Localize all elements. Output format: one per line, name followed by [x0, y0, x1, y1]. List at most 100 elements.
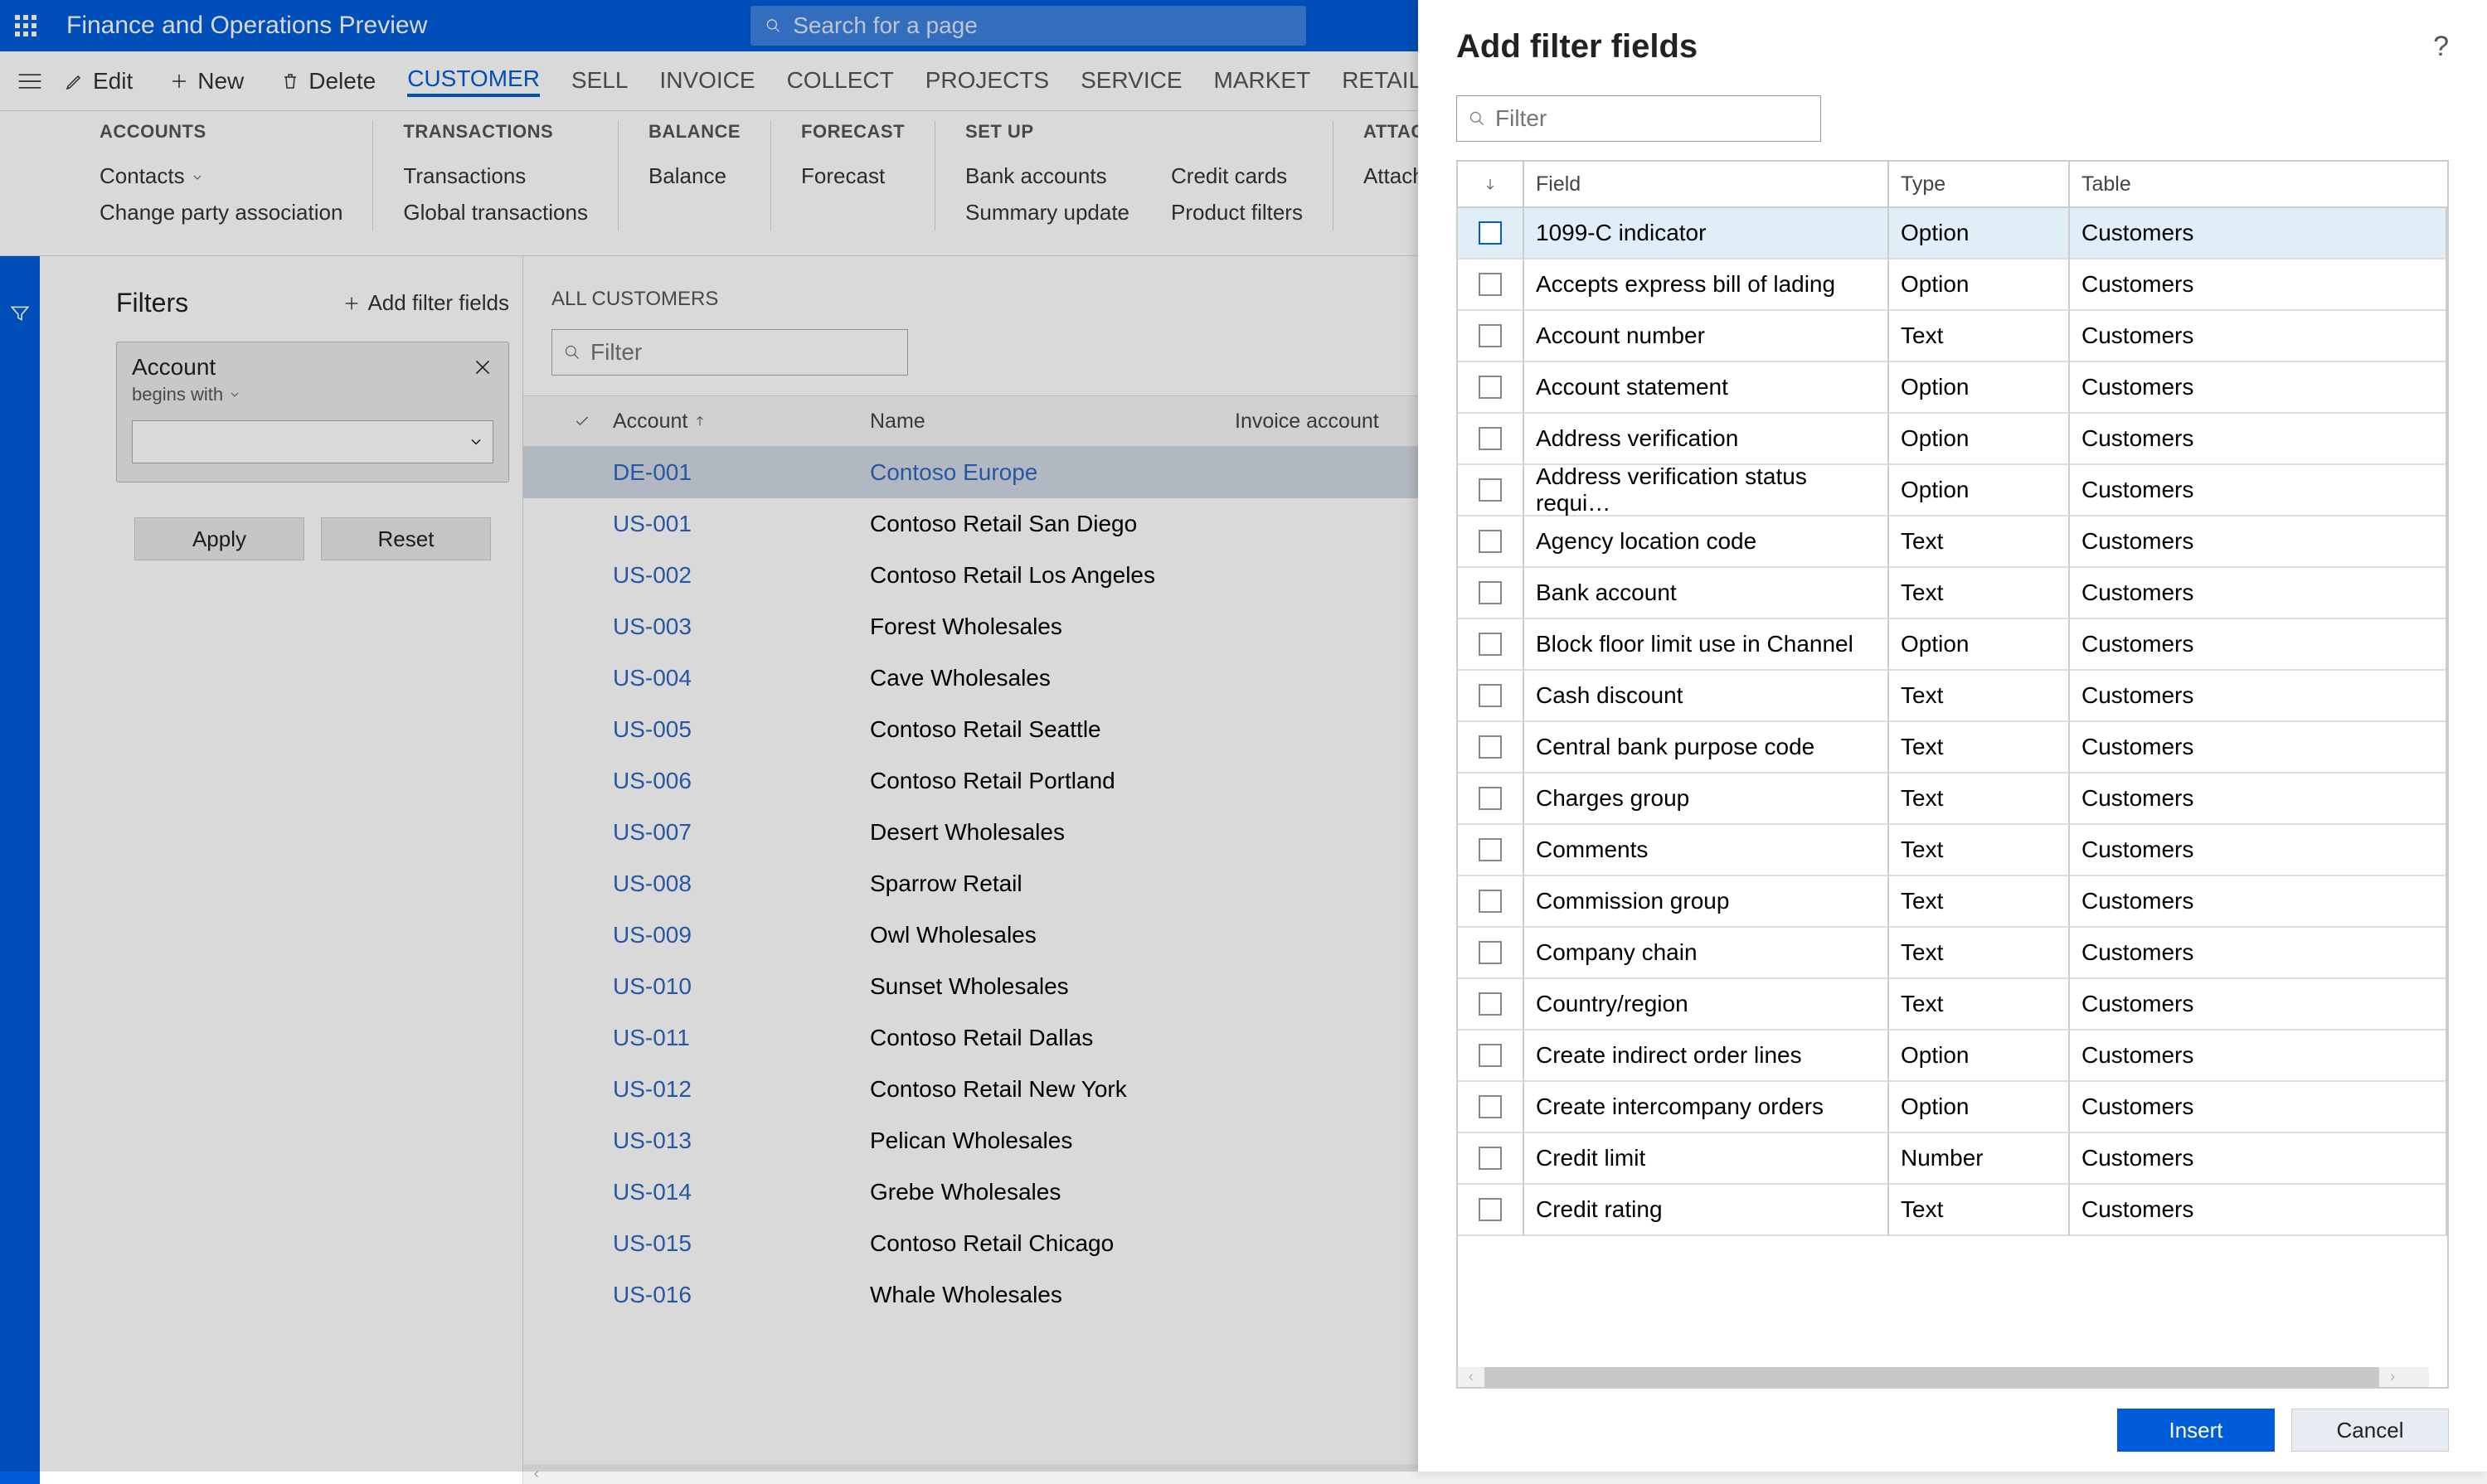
scroll-left-button[interactable] [523, 1464, 550, 1484]
account-link[interactable]: US-015 [613, 1230, 692, 1256]
row-checkbox[interactable] [1479, 478, 1502, 502]
search-bar[interactable] [750, 6, 1306, 46]
new-button[interactable]: New [151, 51, 262, 110]
row-checkbox[interactable] [1479, 992, 1502, 1016]
panel-filter[interactable] [1456, 95, 1821, 142]
panel-filter-input[interactable] [1495, 105, 1809, 132]
panel-row[interactable]: Credit ratingTextCustomers [1458, 1185, 2447, 1236]
panel-row[interactable]: Agency location codeTextCustomers [1458, 516, 2447, 568]
panel-row[interactable]: Company chainTextCustomers [1458, 928, 2447, 979]
row-checkbox[interactable] [1479, 633, 1502, 656]
row-checkbox[interactable] [1479, 735, 1502, 759]
apply-button[interactable]: Apply [134, 517, 304, 560]
ribbon-item[interactable]: Balance [648, 158, 741, 194]
account-link[interactable]: US-016 [613, 1282, 692, 1307]
tab-customer[interactable]: CUSTOMER [407, 65, 540, 97]
ribbon-item[interactable]: Credit cards [1171, 158, 1303, 194]
ribbon-item[interactable]: Forecast [801, 158, 905, 194]
panel-row[interactable]: Account numberTextCustomers [1458, 311, 2447, 362]
scroll-right-button[interactable] [2379, 1367, 2406, 1387]
account-link[interactable]: US-007 [613, 819, 692, 845]
tab-projects[interactable]: PROJECTS [925, 67, 1049, 95]
tab-sell[interactable]: SELL [571, 67, 629, 95]
panel-row[interactable]: Create indirect order linesOptionCustome… [1458, 1031, 2447, 1082]
panel-row[interactable]: Central bank purpose codeTextCustomers [1458, 722, 2447, 774]
panel-row[interactable]: Account statementOptionCustomers [1458, 362, 2447, 414]
row-checkbox[interactable] [1479, 838, 1502, 861]
account-link[interactable]: US-012 [613, 1076, 692, 1102]
row-checkbox[interactable] [1479, 890, 1502, 913]
account-link[interactable]: US-006 [613, 768, 692, 793]
filter-operator-dropdown[interactable]: begins with [132, 384, 493, 405]
row-checkbox[interactable] [1479, 221, 1502, 245]
account-link[interactable]: US-009 [613, 922, 692, 948]
panel-row[interactable]: CommentsTextCustomers [1458, 825, 2447, 876]
col-sort[interactable] [1458, 162, 1524, 208]
col-name[interactable]: Name [858, 410, 1223, 434]
row-checkbox[interactable] [1479, 1198, 1502, 1221]
tab-invoice[interactable]: INVOICE [659, 67, 755, 95]
search-input[interactable] [793, 12, 1291, 39]
delete-button[interactable]: Delete [262, 51, 394, 110]
insert-button[interactable]: Insert [2117, 1409, 2275, 1452]
account-link[interactable]: US-013 [613, 1128, 692, 1153]
row-checkbox[interactable] [1479, 787, 1502, 810]
cancel-button[interactable]: Cancel [2291, 1409, 2449, 1452]
ribbon-item[interactable]: Contacts [100, 158, 342, 194]
panel-h-scrollbar[interactable] [1458, 1367, 2429, 1387]
grid-filter[interactable] [551, 329, 908, 376]
tab-retail[interactable]: RETAIL [1342, 67, 1421, 95]
account-link[interactable]: DE-001 [613, 459, 692, 485]
ribbon-item[interactable]: Global transactions [403, 194, 588, 230]
panel-row[interactable]: Bank accountTextCustomers [1458, 568, 2447, 619]
edit-button[interactable]: Edit [46, 51, 151, 110]
panel-row[interactable]: Country/regionTextCustomers [1458, 979, 2447, 1031]
row-checkbox[interactable] [1479, 427, 1502, 450]
account-link[interactable]: US-010 [613, 973, 692, 999]
panel-row[interactable]: Address verificationOptionCustomers [1458, 414, 2447, 465]
menu-toggle-button[interactable] [13, 73, 46, 90]
ribbon-item[interactable]: Change party association [100, 194, 342, 230]
panel-row[interactable]: Block floor limit use in ChannelOptionCu… [1458, 619, 2447, 671]
row-checkbox[interactable] [1479, 1044, 1502, 1067]
row-checkbox[interactable] [1479, 581, 1502, 604]
col-account[interactable]: Account [601, 410, 858, 434]
row-checkbox[interactable] [1479, 684, 1502, 707]
name-cell[interactable]: Contoso Europe [870, 459, 1037, 485]
col-type[interactable]: Type [1889, 162, 2070, 208]
tab-collect[interactable]: COLLECT [787, 67, 894, 95]
ribbon-item[interactable]: Bank accounts [965, 158, 1129, 194]
grid-filter-input[interactable] [590, 339, 896, 366]
col-table[interactable]: Table [2070, 162, 2447, 208]
tab-market[interactable]: MARKET [1214, 67, 1311, 95]
select-all-checkbox[interactable] [551, 413, 601, 429]
row-checkbox[interactable] [1479, 273, 1502, 296]
filter-value-input[interactable] [132, 420, 493, 463]
account-link[interactable]: US-001 [613, 511, 692, 536]
panel-row[interactable]: Commission groupTextCustomers [1458, 876, 2447, 928]
panel-row[interactable]: Credit limitNumberCustomers [1458, 1133, 2447, 1185]
ribbon-item[interactable]: Transactions [403, 158, 588, 194]
account-link[interactable]: US-008 [613, 871, 692, 896]
add-filter-fields-button[interactable]: Add filter fields [342, 290, 509, 316]
filter-side-tab[interactable] [0, 256, 40, 1484]
panel-row[interactable]: Address verification status requi…Option… [1458, 465, 2447, 516]
panel-row[interactable]: Charges groupTextCustomers [1458, 774, 2447, 825]
row-checkbox[interactable] [1479, 324, 1502, 347]
account-link[interactable]: US-011 [613, 1025, 690, 1050]
scroll-left-button[interactable] [1458, 1367, 1484, 1387]
help-button[interactable]: ? [2433, 31, 2449, 63]
row-checkbox[interactable] [1479, 530, 1502, 553]
account-link[interactable]: US-005 [613, 716, 692, 742]
tab-service[interactable]: SERVICE [1081, 67, 1182, 95]
reset-button[interactable]: Reset [321, 517, 491, 560]
panel-row[interactable]: Create intercompany ordersOptionCustomer… [1458, 1082, 2447, 1133]
account-link[interactable]: US-002 [613, 562, 692, 588]
scroll-thumb[interactable] [1484, 1367, 2379, 1387]
row-checkbox[interactable] [1479, 1147, 1502, 1170]
panel-row[interactable]: 1099-C indicatorOptionCustomers [1458, 208, 2447, 259]
account-link[interactable]: US-014 [613, 1179, 692, 1205]
app-launcher-button[interactable] [0, 15, 51, 36]
account-link[interactable]: US-003 [613, 613, 692, 639]
account-link[interactable]: US-004 [613, 665, 692, 691]
